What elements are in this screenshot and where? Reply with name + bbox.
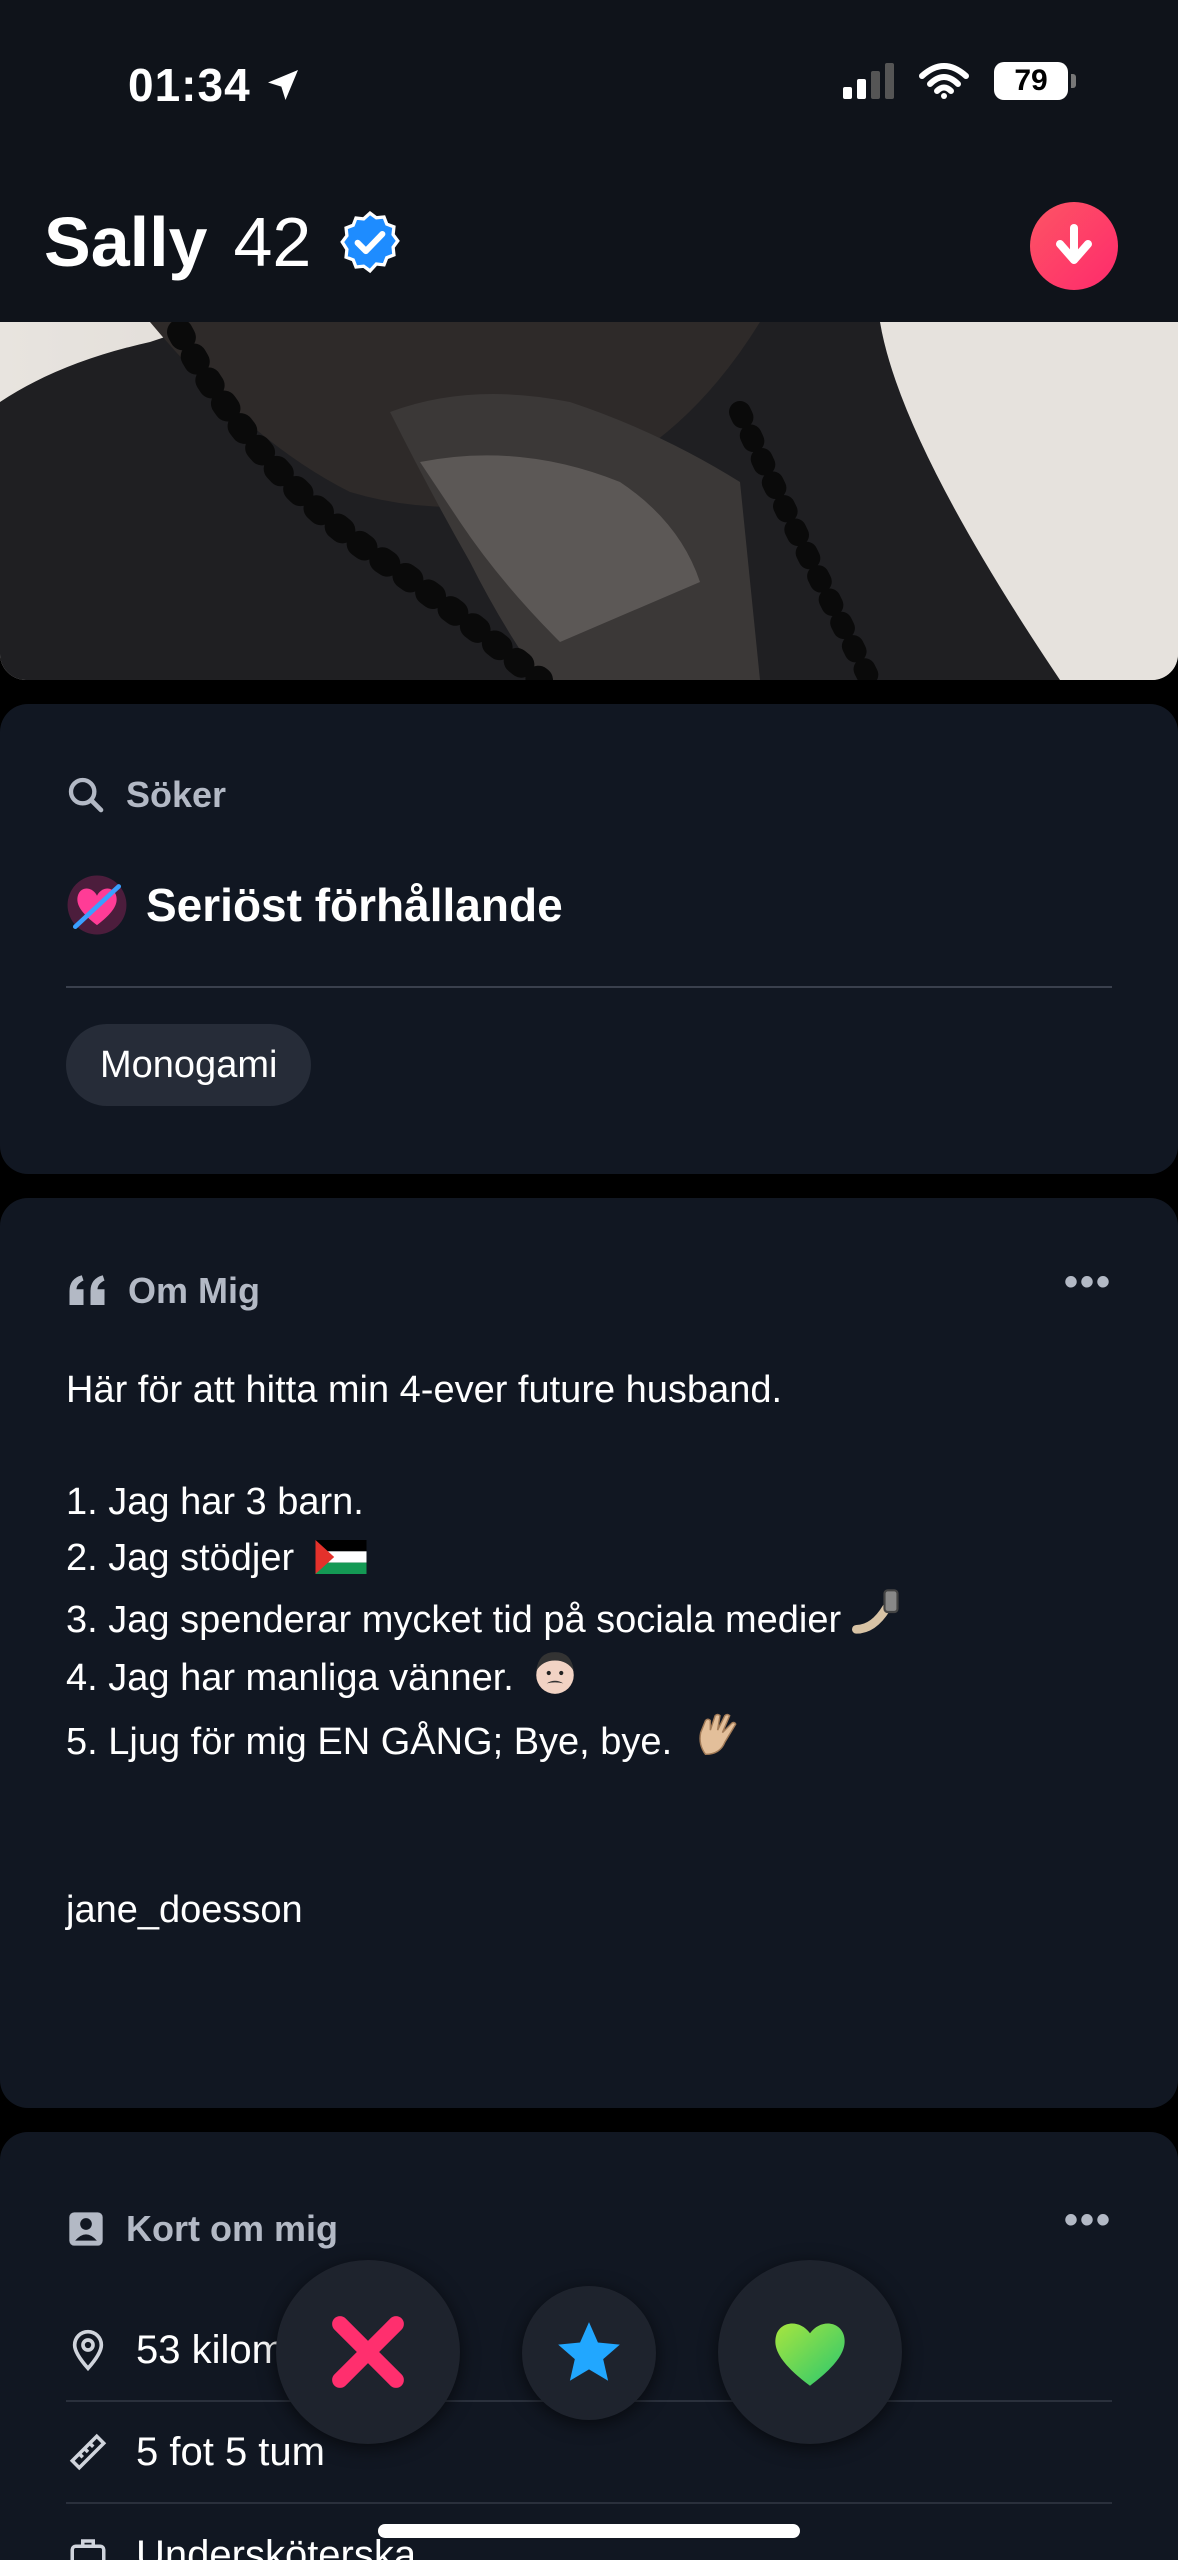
looking-for-text: Seriöst förhållande [146,879,563,931]
chip-label: Monogami [100,1043,278,1086]
waving-hand-icon [699,1713,737,1756]
heart-arrow-icon [67,875,127,935]
battery-level: 79 [1014,64,1048,97]
looking-for-label-text: Söker [126,774,227,815]
bio-line-5: 5. Ljug för mig EN GÅNG; Bye, bye. [66,1706,1116,1770]
star-icon [558,2322,620,2381]
profile-name: Sally [44,203,208,281]
bio-line [66,1418,1116,1474]
bio-line: Här för att hitta min 4-ever future husb… [66,1369,783,1411]
about-me-label-text: Om Mig [128,1270,260,1311]
profile-age: 42 [233,203,312,281]
relationship-type-chip: Monogami [66,1024,312,1106]
profile-name-row: Sally 42 [44,202,403,282]
about-me-label: Om Mig [66,1270,260,1312]
nope-button[interactable] [276,2260,460,2444]
location-arrow-icon [267,70,298,100]
cellular-signal-icon [843,63,894,99]
id-card-icon [69,2212,103,2246]
about-me-card: Om Mig ••• Här för att hitta min 4-ever … [0,1198,1178,2108]
looking-for-card: Söker Seriöst förhållande Monogami [0,704,1178,1174]
collapse-profile-button[interactable] [1030,202,1118,290]
looking-for-label: Söker [66,774,226,816]
bio-line [66,1826,1116,1882]
time-text: 01:34 [128,59,251,111]
bio-text: Här för att hitta min 4-ever future husb… [66,1362,1116,1938]
divider [66,986,1112,988]
essentials-label-text: Kort om mig [126,2208,338,2249]
quote-icon [69,1275,105,1305]
arrow-down-icon [1056,224,1092,264]
verified-badge-icon [337,209,403,275]
looking-for-value: Seriöst förhållande [66,874,563,936]
selfie-icon [851,1589,899,1634]
man-face-icon [536,1652,575,1694]
briefcase-icon [66,2534,110,2560]
home-indicator[interactable] [378,2524,800,2538]
palestine-flag-icon [315,1540,367,1574]
action-bar [0,2258,1178,2448]
search-icon [68,777,104,813]
battery-icon: 79 [994,62,1076,100]
like-button[interactable] [718,2260,902,2444]
about-more-button[interactable]: ••• [1064,1260,1112,1305]
close-icon [332,2316,404,2388]
heart-icon [775,2323,845,2386]
bio-line: 1. Jag har 3 barn. [66,1481,364,1523]
bio-line-3: 3. Jag spenderar mycket tid på sociala m… [66,1586,1116,1648]
bio-line [66,1770,1116,1826]
bio-line-2: 2. Jag stödjer [66,1530,1116,1586]
essentials-more-button[interactable]: ••• [1064,2198,1112,2243]
photo-image [0,322,1178,680]
status-time: 01:34 [128,58,303,112]
status-bar: 01:34 79 [0,0,1178,170]
bio-username: jane_doesson [66,1889,303,1931]
job-text: Undersköterska [136,2532,417,2560]
bio-line-4: 4. Jag har manliga vänner. [66,1648,1116,1706]
wifi-icon [919,63,969,99]
essentials-label: Kort om mig [66,2208,338,2250]
profile-photo[interactable] [0,322,1178,680]
profile-header: Sally 42 [0,170,1178,322]
super-like-button[interactable] [522,2286,656,2420]
